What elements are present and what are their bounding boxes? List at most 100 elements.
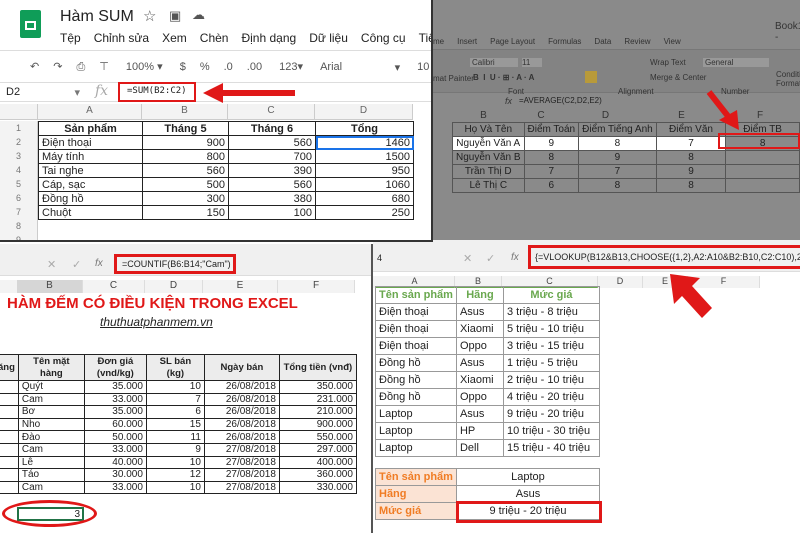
merge-center-button[interactable]: Merge & Center (650, 73, 706, 82)
cell[interactable]: 360.000 (278, 468, 357, 482)
cell[interactable]: 10 (145, 480, 205, 495)
cell[interactable]: Đào (17, 430, 85, 444)
cell[interactable]: 8 (578, 178, 657, 193)
cell[interactable]: 60.000 (83, 417, 147, 432)
cell[interactable]: 15 (145, 417, 205, 432)
paint-format-icon[interactable]: ⊤ (99, 61, 109, 73)
cell[interactable]: 7 (578, 164, 657, 179)
cell[interactable]: Asus (455, 405, 504, 423)
cell[interactable]: Tháng 5 (142, 121, 229, 136)
cell[interactable]: 550.000 (278, 430, 357, 444)
cell[interactable]: Đồng hồ (375, 388, 457, 406)
column-header[interactable]: D (315, 104, 413, 119)
cell[interactable]: 26/08/2018 (203, 392, 280, 407)
cell[interactable]: 7 (655, 136, 727, 151)
menu-item[interactable]: Dữ liệu (309, 31, 348, 45)
cancel-icon[interactable]: ✕ (47, 258, 56, 271)
cell[interactable]: Nguyễn Văn B (452, 150, 525, 165)
currency-button[interactable]: $ (180, 61, 186, 73)
cell[interactable]: 10 (145, 380, 205, 394)
cell[interactable]: Tháng 6 (228, 121, 316, 136)
cell[interactable] (0, 405, 19, 419)
cell[interactable]: 26/08/2018 (203, 405, 280, 419)
cell[interactable]: 35.000 (83, 405, 147, 419)
cell[interactable]: 4 triệu - 20 triệu (502, 388, 600, 406)
cell[interactable]: Điện thoại (375, 303, 457, 321)
cell[interactable]: 11 (145, 430, 205, 444)
conditional-formatting-button[interactable]: Conditional Formatting (776, 70, 800, 88)
cell[interactable]: 900.000 (278, 417, 357, 432)
cell[interactable]: Lê (17, 455, 85, 470)
row-header[interactable]: 1 (0, 121, 38, 135)
cell[interactable]: Asus (455, 354, 504, 372)
cell[interactable]: 400.000 (278, 455, 357, 470)
cell[interactable]: 9 (655, 164, 727, 179)
cell[interactable]: 350.000 (278, 380, 357, 394)
cell[interactable]: 300 (142, 191, 229, 206)
ribbon-tab[interactable]: me (433, 37, 444, 46)
wrap-text-button[interactable]: Wrap Text (650, 58, 686, 67)
cell[interactable]: 3 triệu - 15 triệu (502, 337, 600, 355)
row-header[interactable]: 6 (0, 191, 38, 205)
site-link[interactable]: thuthuatphanmem.vn (100, 315, 213, 329)
cell[interactable]: 700 (228, 149, 316, 164)
cell[interactable]: Lê Thị C (452, 178, 525, 193)
cell[interactable]: 6 (145, 405, 205, 419)
row-header[interactable]: 3 (0, 149, 38, 163)
cell[interactable]: Điện thoại (375, 337, 457, 355)
cell[interactable]: Oppo (455, 388, 504, 406)
number-format-select[interactable]: 123▾ (279, 61, 303, 73)
cell[interactable]: 5 triệu - 10 triệu (502, 320, 600, 338)
cell[interactable]: 390 (228, 163, 316, 178)
formula-input[interactable]: =SUM(B2:C2) (127, 86, 187, 96)
cell[interactable] (0, 392, 19, 407)
cell[interactable]: Cam (17, 480, 85, 495)
cell[interactable]: Táo (17, 468, 85, 482)
ribbon-tab[interactable]: Data (594, 37, 611, 46)
cell[interactable] (0, 442, 19, 457)
align-center-button[interactable] (585, 71, 597, 83)
cell[interactable]: 900 (142, 135, 229, 150)
cell[interactable]: 231.000 (278, 392, 357, 407)
ribbon-tab[interactable]: Page Layout (490, 37, 535, 46)
cell[interactable]: 9 (523, 136, 580, 151)
redo-icon[interactable]: ↷ (53, 61, 62, 73)
column-header[interactable]: B (17, 280, 83, 293)
column-header[interactable]: C (228, 104, 315, 119)
cancel-icon[interactable]: ✕ (463, 252, 472, 265)
cell[interactable]: 100 (228, 205, 316, 220)
font-select[interactable]: Arial ▾ (320, 61, 400, 74)
cell[interactable]: 1060 (315, 177, 414, 192)
font-size-select[interactable]: 11 (522, 58, 542, 67)
column-header[interactable]: D (145, 280, 203, 293)
cell[interactable]: 33.000 (83, 392, 147, 407)
cell[interactable]: 27/08/2018 (203, 480, 280, 495)
cell[interactable] (0, 430, 19, 444)
cell[interactable]: Tổng (315, 121, 414, 136)
cell[interactable] (0, 380, 19, 394)
cell[interactable]: 800 (142, 149, 229, 164)
row-header[interactable]: 4 (0, 163, 38, 177)
menu-item[interactable]: Tệp (60, 31, 81, 45)
lookup-value[interactable]: Asus (455, 485, 600, 503)
row-header[interactable]: 7 (0, 205, 38, 219)
decrease-decimal-button[interactable]: .0 (224, 61, 233, 73)
cell[interactable]: Oppo (455, 337, 504, 355)
column-header[interactable]: C (83, 280, 145, 293)
column-header[interactable]: A (38, 104, 142, 119)
cell[interactable]: 1 triệu - 5 triệu (502, 354, 600, 372)
cell[interactable]: Quýt (17, 380, 85, 394)
cell[interactable] (725, 178, 800, 193)
cell[interactable]: Đồng hồ (375, 354, 457, 372)
cell[interactable]: 1500 (315, 149, 414, 164)
cell[interactable]: Laptop (375, 422, 457, 440)
cell[interactable]: Họ Và Tên (452, 122, 525, 137)
increase-decimal-button[interactable]: .00 (247, 61, 262, 73)
cell[interactable]: 15 triệu - 40 triệu (502, 439, 600, 457)
cell[interactable]: 250 (315, 205, 414, 220)
cell[interactable]: 560 (228, 177, 316, 192)
cell[interactable]: 560 (228, 135, 316, 150)
cell[interactable]: 10 (145, 455, 205, 470)
move-folder-icon[interactable]: ▣ (169, 8, 181, 24)
formula-input[interactable]: =AVERAGE(C2,D2,E2) (519, 96, 602, 105)
